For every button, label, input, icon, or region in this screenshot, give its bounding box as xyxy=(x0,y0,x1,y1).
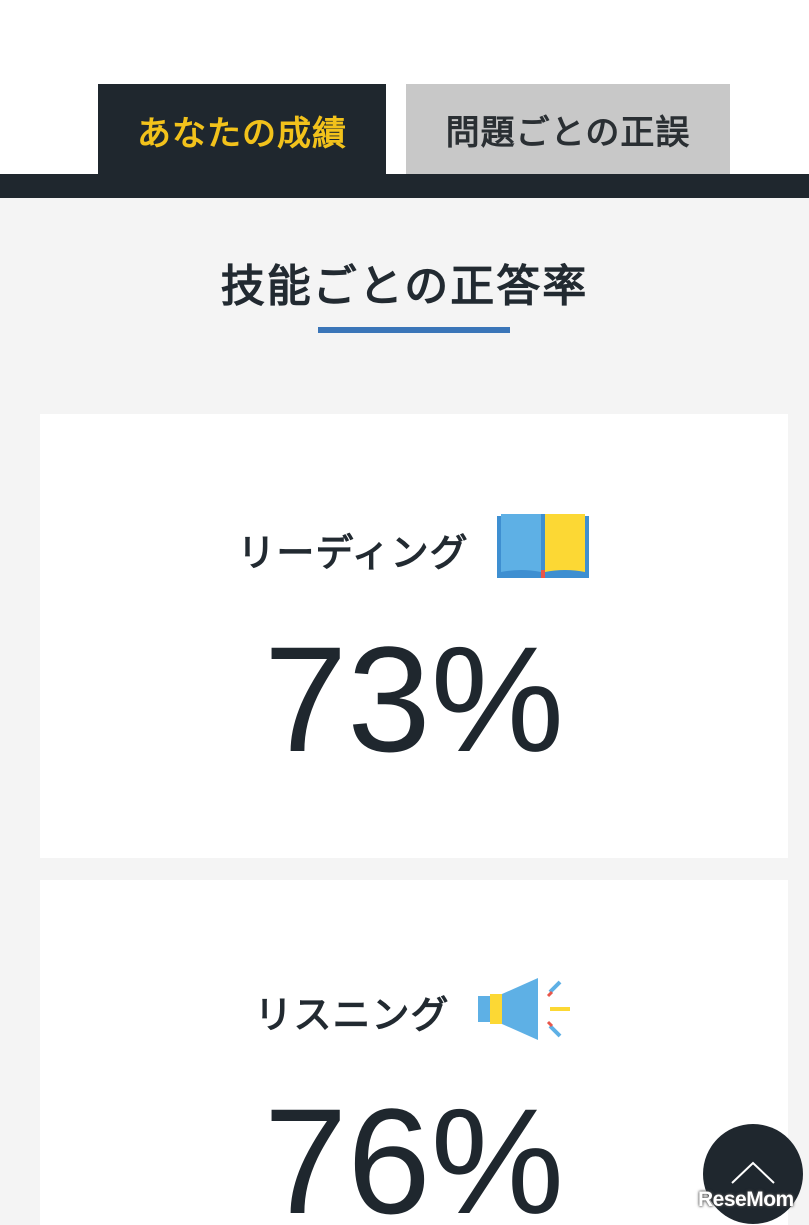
tab-your-results[interactable]: あなたの成績 xyxy=(98,84,386,176)
skill-card-reading: リーディング 73% xyxy=(40,414,788,858)
tab-navigation: あなたの成績 問題ごとの正誤 xyxy=(0,0,809,198)
tab-answers-per-question[interactable]: 問題ごとの正誤 xyxy=(406,84,730,174)
tab-bar xyxy=(0,174,809,198)
watermark-logo: ReseMom xyxy=(698,1188,794,1211)
skill-card-listening: リスニング 76% xyxy=(40,880,788,1225)
score-listening: 76% xyxy=(263,1077,565,1225)
main-content: 技能ごとの正答率 リーディング 73% リスニング 76% xyxy=(0,198,809,1225)
skill-header: リスニング xyxy=(40,974,788,1048)
section-title: 技能ごとの正答率 xyxy=(220,261,589,312)
skill-label-reading: リーディング xyxy=(237,530,469,575)
megaphone-icon xyxy=(476,976,574,1046)
skill-header: リーディング xyxy=(40,512,788,586)
open-book-icon xyxy=(495,512,591,586)
skill-label-listening: リスニング xyxy=(254,992,450,1037)
score-reading: 73% xyxy=(263,615,565,783)
title-underline xyxy=(318,327,510,333)
chevron-up-icon xyxy=(730,1159,776,1189)
